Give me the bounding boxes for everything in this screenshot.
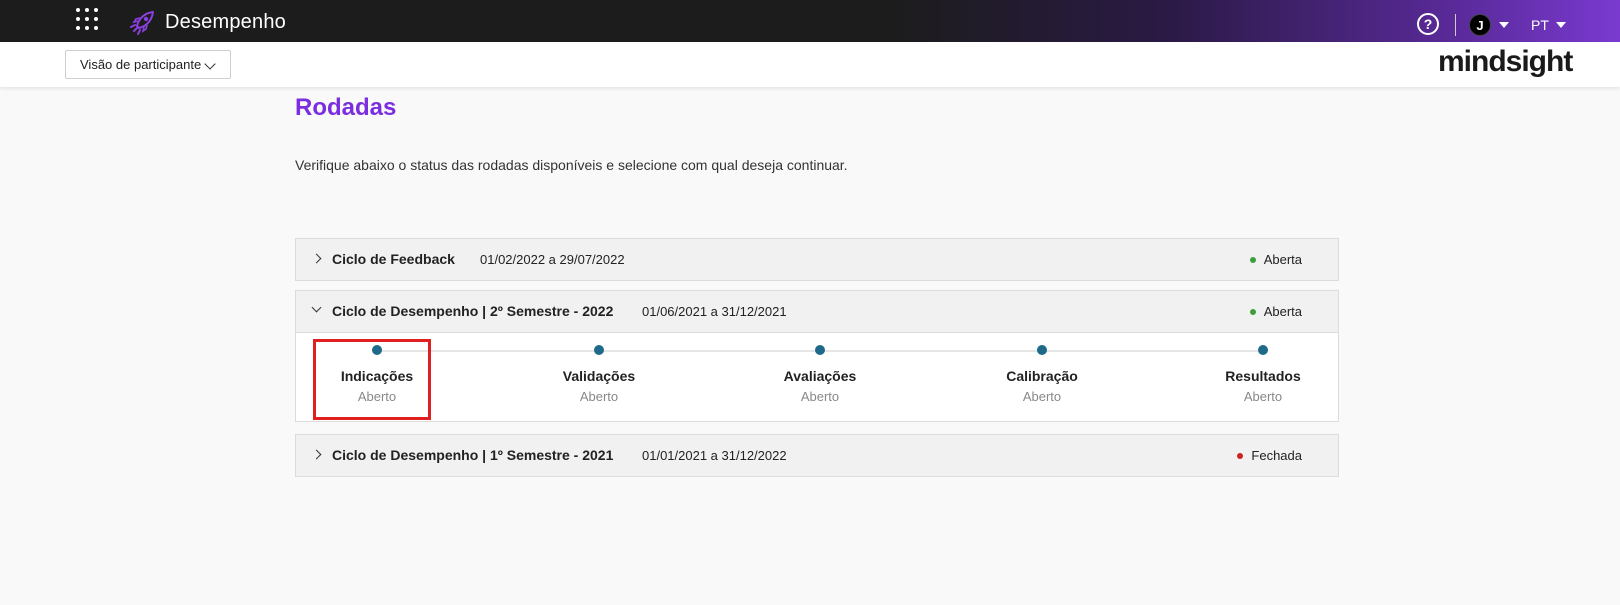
- language-selector[interactable]: PT: [1531, 17, 1549, 33]
- round-name: Ciclo de Desempenho | 1º Semestre - 2021: [332, 447, 614, 463]
- page-title: Rodadas: [295, 94, 397, 121]
- status-badge: Fechada: [1237, 448, 1302, 463]
- step-calibracao[interactable]: Calibração Aberto: [982, 345, 1102, 404]
- step-status: Aberto: [579, 389, 619, 404]
- status-dot-icon: [1237, 452, 1244, 459]
- status-badge: Aberta: [1249, 304, 1302, 319]
- step-label: Calibração: [1006, 368, 1078, 384]
- help-icon[interactable]: ?: [1417, 13, 1439, 35]
- highlight-box: [313, 339, 431, 420]
- step-dot-icon: [1258, 345, 1268, 355]
- step-dot-icon: [815, 345, 825, 355]
- step-status: Aberto: [800, 389, 840, 404]
- chevron-down-icon: [204, 58, 216, 70]
- view-mode-label: Visão de participante: [80, 57, 202, 72]
- round-dates: 01/06/2021 a 31/12/2021: [642, 304, 787, 319]
- chevron-down-icon: [311, 302, 322, 313]
- rocket-icon: [130, 11, 154, 35]
- round-card-desempenho-2021: Ciclo de Desempenho | 1º Semestre - 2021…: [295, 434, 1339, 477]
- page-description: Verifique abaixo o status das rodadas di…: [295, 157, 848, 173]
- status-dot-icon: [1249, 308, 1256, 315]
- round-name: Ciclo de Desempenho | 2º Semestre - 2022: [332, 303, 614, 319]
- round-header[interactable]: Ciclo de Feedback 01/02/2022 a 29/07/202…: [296, 239, 1338, 280]
- round-header[interactable]: Ciclo de Desempenho | 2º Semestre - 2022…: [296, 291, 1338, 332]
- app-title: Desempenho: [165, 11, 286, 33]
- step-status: Aberto: [1022, 389, 1062, 404]
- view-mode-select[interactable]: Visão de participante: [65, 50, 231, 79]
- step-dot-icon: [1037, 345, 1047, 355]
- round-dates: 01/01/2021 a 31/12/2022: [642, 448, 787, 463]
- status-label: Aberta: [1263, 252, 1302, 267]
- round-card-feedback: Ciclo de Feedback 01/02/2022 a 29/07/202…: [295, 238, 1339, 281]
- step-label: Avaliações: [783, 368, 857, 384]
- round-steps: Indicações Aberto Validações Aberto Aval…: [296, 332, 1338, 421]
- round-dates: 01/02/2022 a 29/07/2022: [480, 252, 625, 267]
- header-divider: [1455, 14, 1456, 36]
- top-bar: Desempenho ? J PT: [0, 0, 1620, 42]
- user-menu-caret-icon[interactable]: [1499, 22, 1509, 28]
- status-label: Fechada: [1251, 448, 1302, 463]
- chevron-right-icon: [311, 253, 322, 264]
- round-header[interactable]: Ciclo de Desempenho | 1º Semestre - 2021…: [296, 435, 1338, 476]
- apps-grid-icon[interactable]: [76, 8, 98, 32]
- status-dot-icon: [1249, 256, 1256, 263]
- step-dot-icon: [594, 345, 604, 355]
- round-card-desempenho-2022: Ciclo de Desempenho | 2º Semestre - 2022…: [295, 290, 1339, 422]
- step-status: Aberto: [1243, 389, 1283, 404]
- user-avatar[interactable]: J: [1469, 14, 1491, 36]
- step-avaliacoes[interactable]: Avaliações Aberto: [760, 345, 880, 404]
- status-badge: Aberta: [1249, 252, 1302, 267]
- step-validacoes[interactable]: Validações Aberto: [539, 345, 659, 404]
- step-label: Resultados: [1225, 368, 1301, 384]
- round-name: Ciclo de Feedback: [332, 251, 455, 267]
- chevron-right-icon: [311, 449, 322, 460]
- step-label: Validações: [562, 368, 636, 384]
- step-resultados[interactable]: Resultados Aberto: [1203, 345, 1323, 404]
- mindsight-logo: mindsight: [1438, 45, 1573, 78]
- language-caret-icon[interactable]: [1556, 22, 1566, 28]
- status-label: Aberta: [1263, 304, 1302, 319]
- sub-header: Visão de participante: [0, 42, 1620, 87]
